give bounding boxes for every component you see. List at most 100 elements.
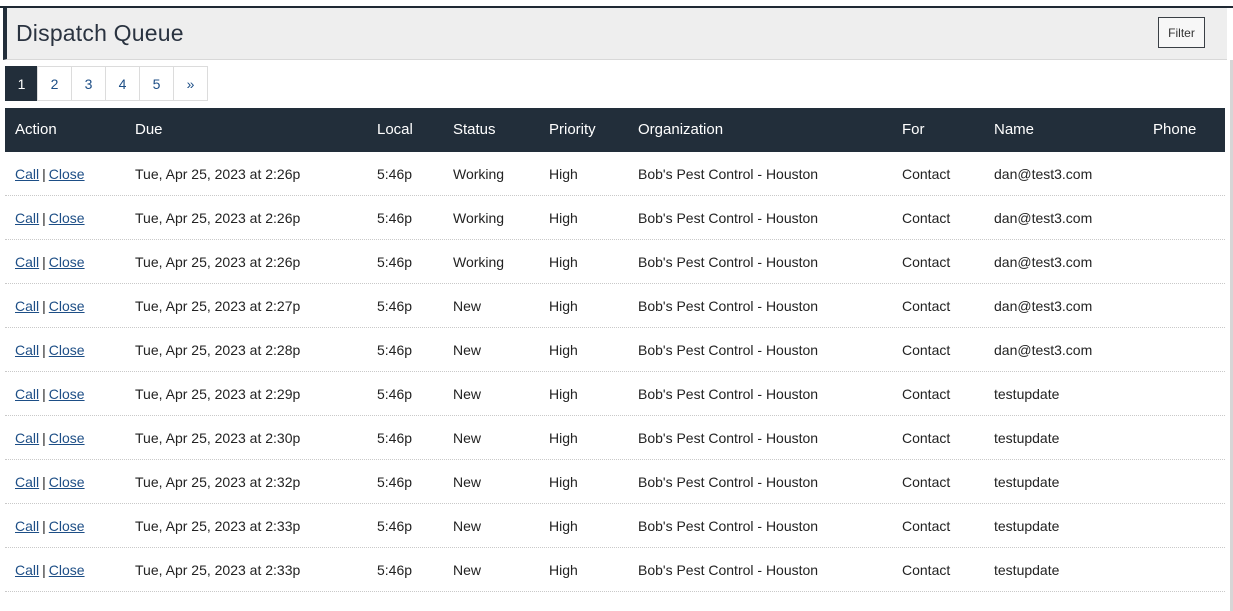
local-cell: 5:46p xyxy=(377,166,413,182)
for-cell: Contact xyxy=(902,386,951,402)
close-link[interactable]: Close xyxy=(49,166,85,182)
close-link[interactable]: Close xyxy=(49,210,85,226)
table-row: Call | Close Tue, Apr 25, 2023 at 2:27p 5:46… xyxy=(5,284,1225,328)
name-cell: dan@test3.com xyxy=(994,298,1093,314)
close-link[interactable]: Close xyxy=(49,562,85,578)
action-separator: | xyxy=(42,386,46,402)
table-row: Call | Close Tue, Apr 25, 2023 at 2:30p 5:46… xyxy=(5,416,1225,460)
action-cell: Call | Close xyxy=(15,342,85,358)
name-cell: testupdate xyxy=(994,474,1060,490)
action-separator: | xyxy=(42,210,46,226)
table-row: Call | Close Tue, Apr 25, 2023 at 2:33p 5:46… xyxy=(5,548,1225,592)
status-cell: Working xyxy=(453,254,505,270)
local-cell: 5:46p xyxy=(377,298,413,314)
column-header-phone: Phone xyxy=(1153,121,1197,138)
organization-cell: Bob's Pest Control - Houston xyxy=(638,430,819,446)
action-cell: Call | Close xyxy=(15,474,85,490)
close-link[interactable]: Close xyxy=(49,254,85,270)
call-link[interactable]: Call xyxy=(15,386,39,402)
status-cell: New xyxy=(453,430,482,446)
name-cell: dan@test3.com xyxy=(994,254,1093,270)
for-cell: Contact xyxy=(902,298,951,314)
status-cell: New xyxy=(453,474,482,490)
table-row: Call | Close Tue, Apr 25, 2023 at 2:32p 5:46… xyxy=(5,460,1225,504)
close-link[interactable]: Close xyxy=(49,430,85,446)
for-cell: Contact xyxy=(902,166,951,182)
call-link[interactable]: Call xyxy=(15,518,39,534)
action-separator: | xyxy=(42,298,46,314)
local-cell: 5:46p xyxy=(377,562,413,578)
close-link[interactable]: Close xyxy=(49,298,85,314)
page-title: Dispatch Queue xyxy=(16,20,184,46)
close-link[interactable]: Close xyxy=(49,518,85,534)
call-link[interactable]: Call xyxy=(15,210,39,226)
action-separator: | xyxy=(42,254,46,270)
call-link[interactable]: Call xyxy=(15,474,39,490)
name-cell: dan@test3.com xyxy=(994,210,1093,226)
status-cell: Working xyxy=(453,210,505,226)
organization-cell: Bob's Pest Control - Houston xyxy=(638,518,819,534)
page-button-3[interactable]: 3 xyxy=(71,66,106,101)
status-cell: Working xyxy=(453,166,505,182)
action-cell: Call | Close xyxy=(15,430,85,446)
due-cell: Tue, Apr 25, 2023 at 2:29p xyxy=(135,386,301,402)
organization-cell: Bob's Pest Control - Houston xyxy=(638,254,819,270)
name-cell: dan@test3.com xyxy=(994,166,1093,182)
name-cell: dan@test3.com xyxy=(994,342,1093,358)
priority-cell: High xyxy=(549,386,578,402)
call-link[interactable]: Call xyxy=(15,254,39,270)
due-cell: Tue, Apr 25, 2023 at 2:32p xyxy=(135,474,301,490)
local-cell: 5:46p xyxy=(377,210,413,226)
call-link[interactable]: Call xyxy=(15,166,39,182)
table-row: Call | Close Tue, Apr 25, 2023 at 2:28p 5:46… xyxy=(5,328,1225,372)
call-link[interactable]: Call xyxy=(15,298,39,314)
priority-cell: High xyxy=(549,518,578,534)
page-button-1[interactable]: 1 xyxy=(5,66,38,101)
page-button-4[interactable]: 4 xyxy=(105,66,140,101)
due-cell: Tue, Apr 25, 2023 at 2:26p xyxy=(135,210,301,226)
for-cell: Contact xyxy=(902,430,951,446)
due-cell: Tue, Apr 25, 2023 at 2:26p xyxy=(135,166,301,182)
page-header: Dispatch Queue Filter xyxy=(3,8,1227,60)
column-header-name: Name xyxy=(994,121,1035,138)
for-cell: Contact xyxy=(902,210,951,226)
column-header-local: Local xyxy=(377,121,413,138)
organization-cell: Bob's Pest Control - Houston xyxy=(638,298,819,314)
name-cell: testupdate xyxy=(994,562,1060,578)
close-link[interactable]: Close xyxy=(49,474,85,490)
status-cell: New xyxy=(453,386,482,402)
priority-cell: High xyxy=(549,342,578,358)
close-link[interactable]: Close xyxy=(49,386,85,402)
table-row: Call | Close Tue, Apr 25, 2023 at 2:26p 5:46… xyxy=(5,240,1225,284)
close-link[interactable]: Close xyxy=(49,342,85,358)
for-cell: Contact xyxy=(902,254,951,270)
call-link[interactable]: Call xyxy=(15,342,39,358)
for-cell: Contact xyxy=(902,518,951,534)
call-link[interactable]: Call xyxy=(15,562,39,578)
status-cell: New xyxy=(453,298,482,314)
column-header-due: Due xyxy=(135,121,163,138)
priority-cell: High xyxy=(549,210,578,226)
column-header-action: Action xyxy=(15,121,57,138)
next-page-button[interactable]: » xyxy=(173,66,208,101)
local-cell: 5:46p xyxy=(377,386,413,402)
column-header-status: Status xyxy=(453,121,496,138)
for-cell: Contact xyxy=(902,474,951,490)
organization-cell: Bob's Pest Control - Houston xyxy=(638,210,819,226)
for-cell: Contact xyxy=(902,342,951,358)
due-cell: Tue, Apr 25, 2023 at 2:28p xyxy=(135,342,301,358)
call-link[interactable]: Call xyxy=(15,430,39,446)
status-cell: New xyxy=(453,342,482,358)
action-cell: Call | Close xyxy=(15,562,85,578)
name-cell: testupdate xyxy=(994,518,1060,534)
priority-cell: High xyxy=(549,166,578,182)
status-cell: New xyxy=(453,562,482,578)
action-separator: | xyxy=(42,562,46,578)
action-separator: | xyxy=(42,518,46,534)
page-button-2[interactable]: 2 xyxy=(37,66,72,101)
local-cell: 5:46p xyxy=(377,518,413,534)
table-row: Call | Close Tue, Apr 25, 2023 at 2:33p 5:46… xyxy=(5,504,1225,548)
action-separator: | xyxy=(42,474,46,490)
page-button-5[interactable]: 5 xyxy=(139,66,174,101)
filter-button[interactable]: Filter xyxy=(1158,17,1205,48)
